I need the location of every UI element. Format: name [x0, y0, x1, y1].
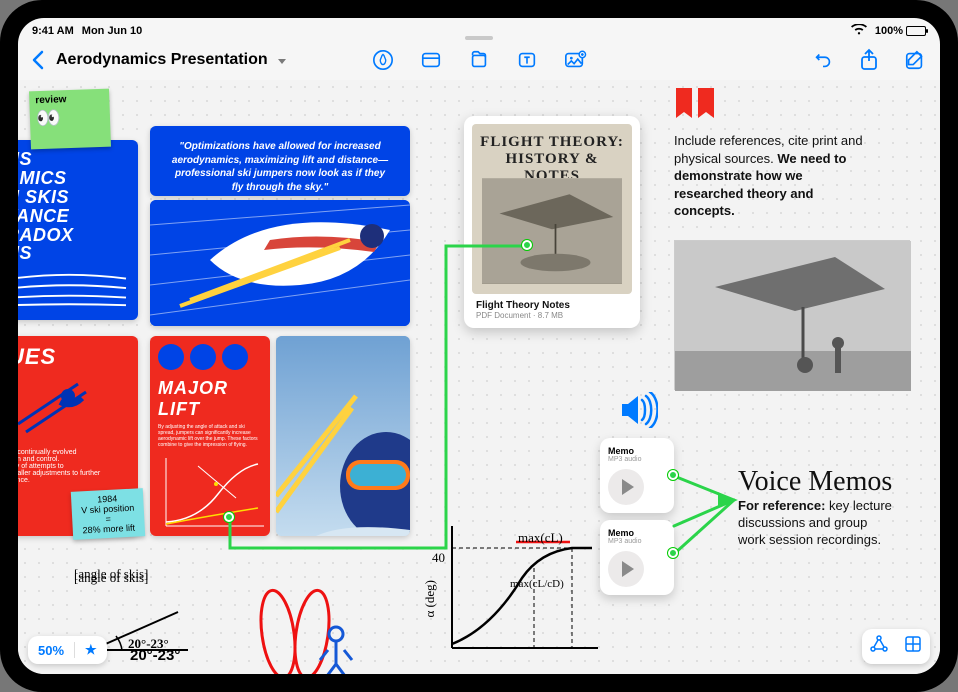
airflow-illustration	[18, 267, 138, 320]
slide-aerodynamics-paradox[interactable]: NS AMICS N SKIS TANCE RADOX NS	[18, 140, 138, 320]
view-mode-control[interactable]	[862, 629, 930, 664]
slide-quote[interactable]: "Optimizations have allowed for increase…	[150, 126, 410, 196]
audio-memo-2[interactable]: Memo MP3 audio	[600, 520, 674, 595]
memo-sub: MP3 audio	[608, 538, 666, 545]
thumb-row	[158, 344, 262, 370]
battery-indicator: 100%	[875, 25, 926, 37]
slide-title: MAJOR LIFT	[158, 378, 262, 420]
y-axis-label: α (deg)	[422, 580, 438, 618]
zoom-percent[interactable]: 50%	[28, 637, 74, 664]
document-meta: Flight Theory Notes PDF Document · 8.7 M…	[472, 294, 632, 322]
app-toolbar: Aerodynamics Presentation	[18, 40, 940, 80]
board-title[interactable]: Aerodynamics Presentation	[56, 51, 268, 69]
doc-name: Flight Theory Notes	[476, 300, 628, 311]
slide-ski-jumper[interactable]	[150, 200, 410, 326]
document-cover: FLIGHT THEORY: HISTORY & NOTES	[472, 124, 632, 294]
zoom-control[interactable]: 50% ★	[28, 636, 107, 664]
voice-memos-block[interactable]: Voice Memos For reference: key lecture d…	[738, 466, 898, 549]
label-max-cl: max(cL)	[518, 530, 563, 546]
freeform-canvas[interactable]: NS AMICS N SKIS TANCE RADOX NS "Optimiza…	[18, 80, 940, 674]
slide-text: NS AMICS N SKIS TANCE RADOX NS	[18, 140, 138, 267]
bookmark-ribbon-icon[interactable]	[674, 88, 718, 128]
play-button[interactable]	[608, 551, 644, 587]
undo-button[interactable]	[810, 47, 836, 73]
slide-body: By adjusting the angle of attack and ski…	[158, 424, 262, 448]
connector-node[interactable]	[668, 470, 678, 480]
label-max-clcd: max(cL/cD)	[510, 578, 564, 590]
text-box-button[interactable]	[514, 47, 540, 73]
text-references[interactable]: Include references, cite print and physi…	[674, 132, 874, 220]
share-button[interactable]	[856, 47, 882, 73]
sticky-note-vski[interactable]: 1984 V ski position = 28% more lift	[71, 488, 145, 540]
title-menu-chevron-icon[interactable]	[278, 59, 286, 64]
quote-text: "Optimizations have allowed for increase…	[168, 140, 392, 194]
doc-subtitle: PDF Document · 8.7 MB	[476, 311, 628, 320]
historic-glider-photo[interactable]	[674, 240, 910, 390]
angle-range: 20°-23°	[128, 636, 169, 652]
screen: 9:41 AM Mon Jun 10 100% Aerodynamics P	[18, 18, 940, 674]
early-flight-illustration	[482, 178, 622, 284]
memo-title: Memo	[608, 528, 666, 538]
connector-node[interactable]	[522, 240, 532, 250]
skier-closeup-illustration	[276, 336, 410, 536]
pen-tool-button[interactable]	[370, 47, 396, 73]
status-time: 9:41 AM	[32, 25, 74, 37]
eyes-emoji: 👀	[36, 104, 105, 131]
voice-memos-text: For reference: key lecture discussions a…	[738, 498, 898, 549]
lift-chart	[158, 454, 262, 534]
audio-memo-1[interactable]: Memo MP3 audio	[600, 438, 674, 513]
graph-view-icon[interactable]	[862, 629, 896, 664]
glider-illustration	[675, 241, 911, 391]
connector-node[interactable]	[668, 548, 678, 558]
back-button[interactable]	[24, 47, 50, 73]
slide-header: UES	[18, 336, 138, 374]
angle-label: [angle of skis]	[74, 566, 148, 582]
wifi-icon	[851, 24, 867, 38]
memo-title: Memo	[608, 446, 666, 456]
slide-body: as continually evolved sion and control.…	[18, 449, 138, 484]
speaker-icon[interactable]	[618, 392, 658, 433]
slide-major-lift[interactable]: MAJOR LIFT By adjusting the angle of att…	[150, 336, 270, 536]
status-date: Mon Jun 10	[82, 25, 143, 37]
document-flight-theory[interactable]: FLIGHT THEORY: HISTORY & NOTES Flight Th…	[464, 116, 640, 328]
sticky-note-review[interactable]: review 👀	[29, 89, 111, 150]
compose-button[interactable]	[902, 47, 928, 73]
voice-memos-heading: Voice Memos	[738, 466, 898, 498]
ipad-frame: 9:41 AM Mon Jun 10 100% Aerodynamics P	[0, 0, 958, 692]
play-button[interactable]	[608, 469, 644, 505]
skier-photo[interactable]	[276, 336, 410, 536]
y-tick: 40	[432, 550, 445, 566]
sticky-note-button[interactable]	[418, 47, 444, 73]
battery-pct: 100%	[875, 25, 903, 37]
grid-view-icon[interactable]	[896, 629, 930, 664]
insert-media-button[interactable]	[562, 47, 588, 73]
connector-node[interactable]	[224, 512, 234, 522]
add-file-button[interactable]	[466, 47, 492, 73]
sketch-alpha-plot[interactable]	[422, 518, 602, 668]
ski-jumper-illustration	[150, 200, 410, 326]
jumper-silhouette	[18, 374, 118, 444]
memo-sub: MP3 audio	[608, 456, 666, 463]
zoom-favorite-icon[interactable]: ★	[75, 636, 107, 664]
